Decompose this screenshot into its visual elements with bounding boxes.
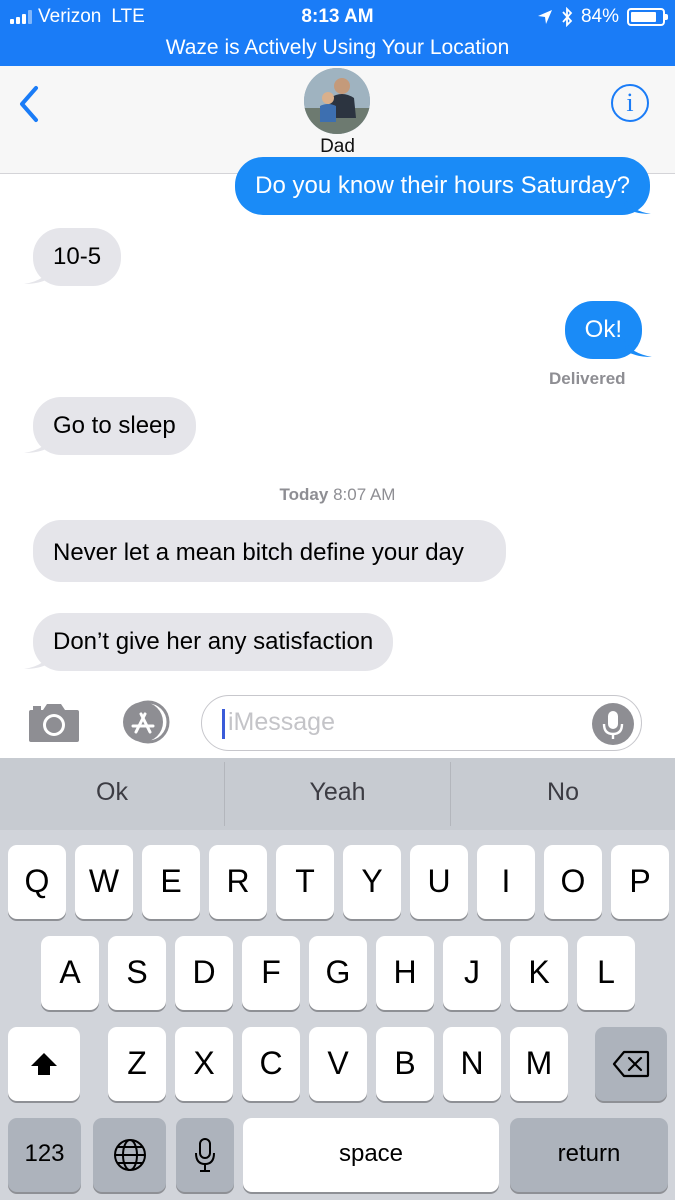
- camera-button[interactable]: [27, 700, 81, 744]
- microphone-icon: [602, 711, 624, 739]
- key-j[interactable]: J: [443, 936, 501, 1010]
- backspace-icon: [612, 1050, 650, 1078]
- avatar-photo: [304, 68, 370, 134]
- key-y[interactable]: Y: [343, 845, 401, 919]
- key-v[interactable]: V: [309, 1027, 367, 1101]
- message-timestamp: Today 8:07 AM: [0, 485, 675, 505]
- key-u[interactable]: U: [410, 845, 468, 919]
- shift-icon: [31, 1053, 57, 1075]
- info-icon[interactable]: i: [611, 84, 649, 122]
- backspace-key[interactable]: [595, 1027, 667, 1101]
- delivered-status: Delivered: [549, 369, 626, 388]
- key-w[interactable]: W: [75, 845, 133, 919]
- message-bubble-incoming[interactable]: Don’t give her any satisfaction: [33, 613, 394, 671]
- contact-name[interactable]: Dad: [0, 136, 675, 158]
- key-a[interactable]: A: [41, 936, 99, 1010]
- dictation-button[interactable]: [592, 703, 634, 745]
- app-store-button[interactable]: [114, 700, 172, 744]
- bubble-tail: [24, 433, 52, 453]
- key-o[interactable]: O: [544, 845, 602, 919]
- camera-icon: [29, 704, 79, 742]
- timestamp-day: Today: [279, 485, 329, 504]
- input-placeholder: iMessage: [228, 708, 335, 736]
- text-caret: [222, 709, 225, 739]
- key-k[interactable]: K: [510, 936, 568, 1010]
- key-s[interactable]: S: [108, 936, 166, 1010]
- key-t[interactable]: T: [276, 845, 334, 919]
- back-chevron-icon: [20, 86, 38, 122]
- bubble-tail: [24, 264, 52, 284]
- key-g[interactable]: G: [309, 936, 367, 1010]
- bubble-tail: [24, 649, 52, 669]
- app-store-icon: [123, 700, 170, 744]
- message-bubble-incoming[interactable]: Never let a mean bitch define your day: [33, 520, 506, 582]
- key-x[interactable]: X: [175, 1027, 233, 1101]
- contact-avatar[interactable]: [304, 68, 370, 134]
- timestamp-time: 8:07 AM: [333, 485, 396, 504]
- key-m[interactable]: M: [510, 1027, 568, 1101]
- prediction-yeah[interactable]: Yeah: [225, 758, 450, 830]
- battery-icon: [627, 8, 668, 26]
- key-f[interactable]: F: [242, 936, 300, 1010]
- dictation-key[interactable]: [176, 1118, 234, 1192]
- key-p[interactable]: P: [611, 845, 669, 919]
- message-bubble-incoming[interactable]: Go to sleep: [33, 397, 196, 455]
- globe-icon: [113, 1139, 146, 1171]
- key-c[interactable]: C: [242, 1027, 300, 1101]
- key-r[interactable]: R: [209, 845, 267, 919]
- key-l[interactable]: L: [577, 936, 635, 1010]
- bubble-tail: [624, 337, 652, 357]
- predictive-text-bar: Ok Yeah No: [0, 758, 675, 830]
- space-key[interactable]: space: [243, 1118, 499, 1192]
- location-banner[interactable]: Waze is Actively Using Your Location: [0, 34, 675, 66]
- microphone-icon: [195, 1138, 215, 1172]
- location-arrow-icon: [537, 10, 552, 24]
- battery-percent: 84%: [580, 6, 619, 27]
- shift-key[interactable]: [8, 1027, 80, 1101]
- key-i[interactable]: I: [477, 845, 535, 919]
- prediction-no[interactable]: No: [451, 758, 675, 830]
- bubble-tail: [623, 194, 651, 214]
- numbers-key[interactable]: 123: [8, 1118, 81, 1192]
- globe-key[interactable]: [93, 1118, 166, 1192]
- key-b[interactable]: B: [376, 1027, 434, 1101]
- key-d[interactable]: D: [175, 936, 233, 1010]
- prediction-ok[interactable]: Ok: [0, 758, 224, 830]
- key-z[interactable]: Z: [108, 1027, 166, 1101]
- key-e[interactable]: E: [142, 845, 200, 919]
- keyboard: Ok Yeah No Q W E R T Y U I O P A S D F G…: [0, 758, 675, 1200]
- key-n[interactable]: N: [443, 1027, 501, 1101]
- key-q[interactable]: Q: [8, 845, 66, 919]
- return-key[interactable]: return: [510, 1118, 668, 1192]
- bluetooth-icon: [562, 7, 573, 27]
- message-bubble-outgoing[interactable]: Do you know their hours Saturday?: [235, 157, 650, 215]
- back-button[interactable]: [14, 84, 48, 124]
- imessage-input[interactable]: iMessage: [201, 695, 642, 751]
- status-bar: Verizon LTE 8:13 AM 84%: [0, 0, 675, 34]
- key-h[interactable]: H: [376, 936, 434, 1010]
